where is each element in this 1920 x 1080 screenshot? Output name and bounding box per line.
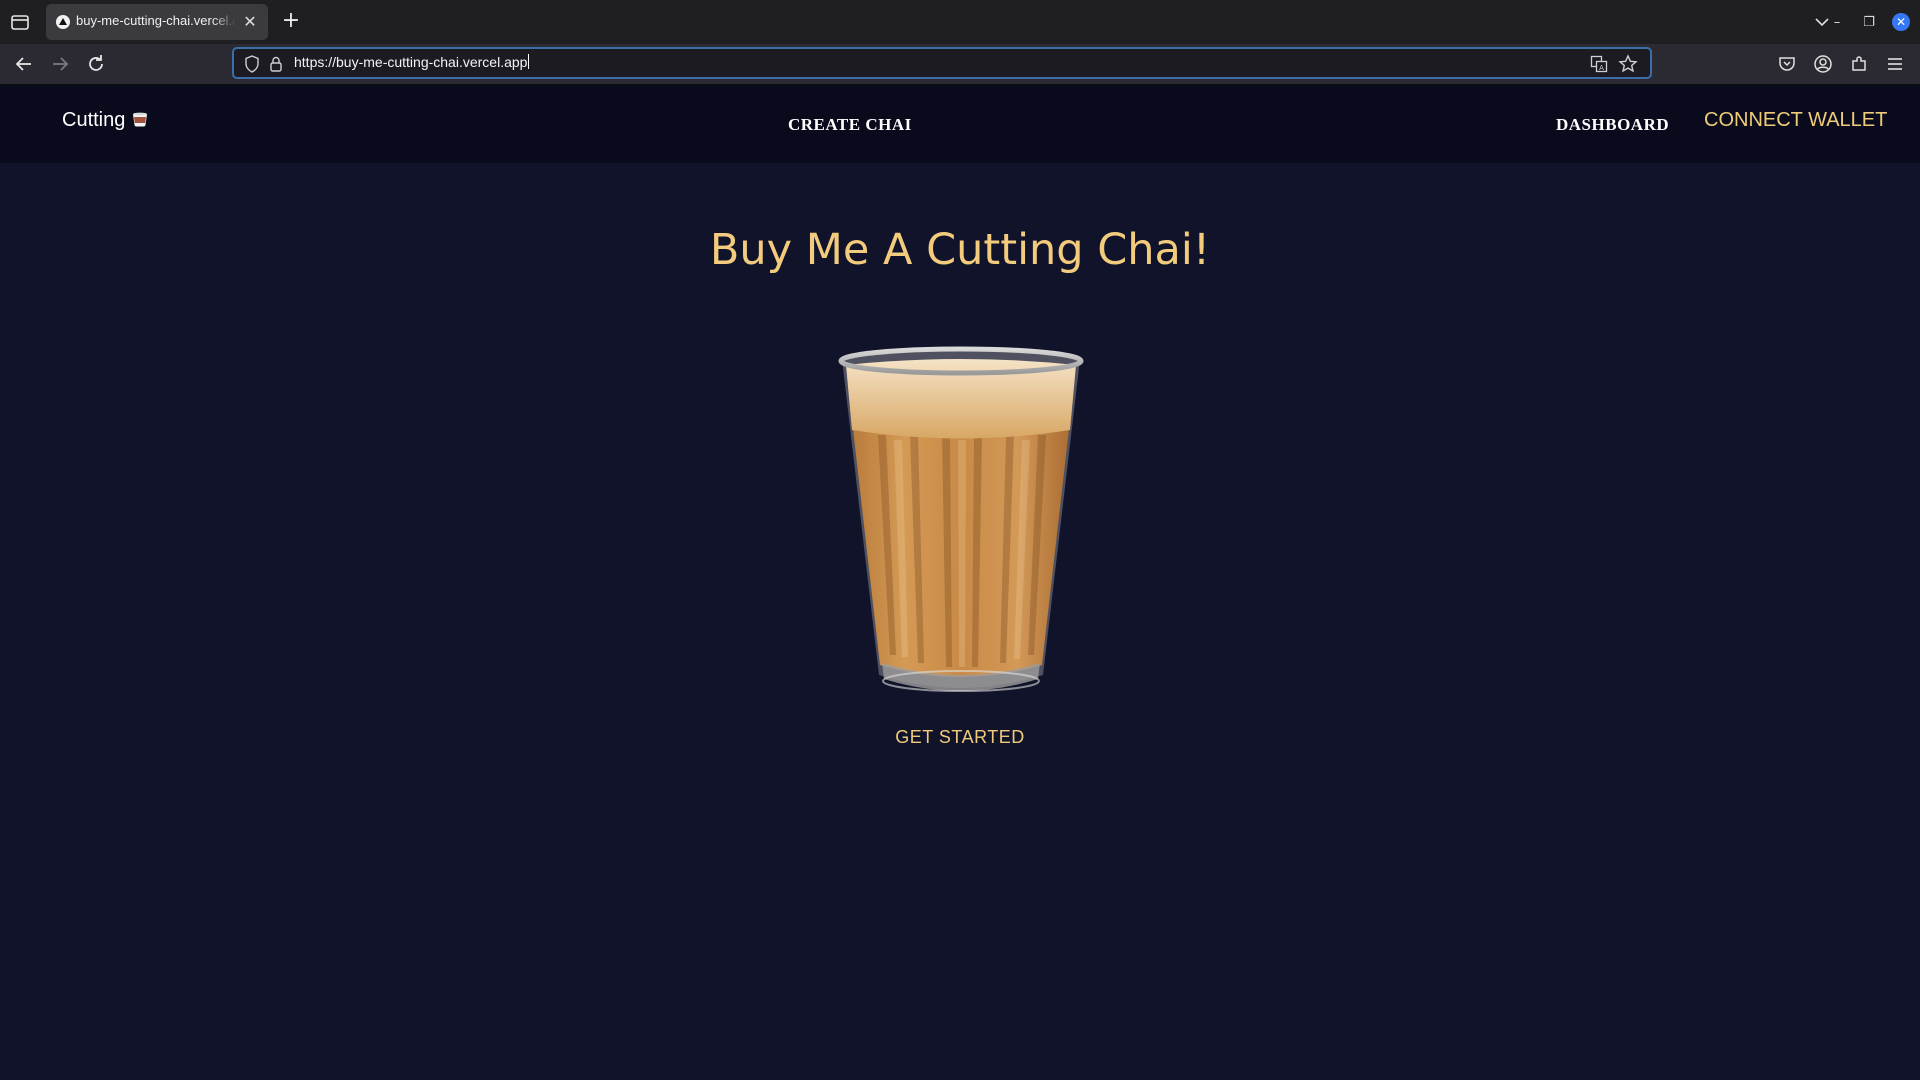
forward-icon[interactable] [48,52,72,76]
browser-tab-strip: buy-me-cutting-chai.vercel.app ✕ + – ❐ ✕ [0,0,1920,44]
tab-list-icon[interactable] [8,10,32,34]
minimize-icon[interactable]: – [1828,15,1846,30]
url-text[interactable]: https://buy-me-cutting-chai.vercel.app [294,54,530,70]
extensions-icon[interactable] [1848,53,1870,75]
brand-logo-link[interactable]: Cutting [62,109,151,132]
bookmark-star-icon[interactable] [1618,54,1638,74]
get-started-button[interactable]: GET STARTED [860,727,1060,748]
translate-icon[interactable]: A [1590,55,1608,73]
maximize-icon[interactable]: ❐ [1860,15,1878,30]
tab-title: buy-me-cutting-chai.vercel.app [76,13,236,28]
lock-icon[interactable] [268,55,284,73]
teacup-icon [132,112,147,127]
svg-text:A: A [1599,64,1604,72]
nav-create-chai[interactable]: CREATE CHAI [788,115,912,135]
brand-name: Cutting [62,109,126,131]
url-value: https://buy-me-cutting-chai.vercel.app [294,54,528,70]
vercel-favicon-icon [56,15,70,29]
reload-icon[interactable] [84,52,108,76]
account-icon[interactable] [1812,53,1834,75]
connect-wallet-button[interactable]: CONNECT WALLET [1704,109,1887,132]
cutting-chai-glass-image [838,346,1084,692]
close-tab-icon[interactable]: ✕ [240,12,260,32]
text-caret [528,54,530,69]
new-tab-icon[interactable]: + [280,10,302,32]
hero-title: Buy Me A Cutting Chai! [709,225,1211,275]
menu-icon[interactable] [1884,53,1906,75]
close-window-icon[interactable]: ✕ [1892,13,1910,31]
browser-toolbar: https://buy-me-cutting-chai.vercel.app A [0,44,1920,85]
nav-dashboard[interactable]: DASHBOARD [1556,115,1669,135]
shield-icon[interactable] [244,55,260,73]
back-icon[interactable] [12,52,36,76]
pocket-icon[interactable] [1776,53,1798,75]
site-header: Cutting CREATE CHAI DASHBOARD CONNECT WA… [0,85,1920,163]
address-bar[interactable]: https://buy-me-cutting-chai.vercel.app A [232,47,1652,79]
window-controls: – ❐ ✕ [1828,10,1910,34]
browser-tab[interactable]: buy-me-cutting-chai.vercel.app ✕ [46,4,268,40]
